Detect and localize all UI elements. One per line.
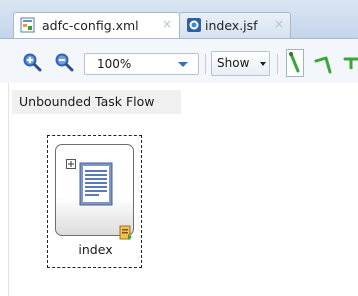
- diagram-toolbar: 100% Show: [0, 38, 358, 84]
- control-flow-case-icon[interactable]: [286, 49, 304, 77]
- wildcard-control-flow-icon[interactable]: [313, 53, 335, 78]
- task-flow-type-label: Unbounded Task Flow: [12, 90, 181, 114]
- close-icon[interactable]: ×: [274, 17, 284, 31]
- tab-adfc-config-xml[interactable]: adfc-config.xml ×: [13, 12, 180, 38]
- view-activity-page-icon: [79, 162, 113, 206]
- zoom-in-icon[interactable]: [22, 52, 42, 75]
- zoom-level-select[interactable]: 100%: [84, 53, 199, 75]
- editor-tab-bar: adfc-config.xml × index.jsf ×: [0, 0, 358, 38]
- view-activity-index[interactable]: index: [47, 135, 142, 268]
- activity-label: index: [78, 242, 113, 257]
- show-dropdown-button[interactable]: Show: [211, 51, 270, 76]
- more-tools-icon[interactable]: [343, 55, 358, 72]
- toolbar-divider: [277, 54, 278, 74]
- toolbar-divider: [205, 54, 206, 74]
- chevron-down-icon: [260, 62, 266, 66]
- expand-icon[interactable]: [66, 158, 76, 169]
- chevron-down-icon: [178, 62, 188, 67]
- close-icon[interactable]: ×: [162, 17, 172, 31]
- show-label: Show: [217, 56, 250, 70]
- tab-label: adfc-config.xml: [42, 18, 139, 33]
- activity-frame[interactable]: [55, 144, 134, 240]
- jsf-page-icon: [186, 17, 202, 33]
- tab-index-jsf[interactable]: index.jsf ×: [179, 12, 291, 38]
- zoom-out-icon[interactable]: [54, 52, 74, 75]
- default-activity-icon: [119, 225, 133, 241]
- tab-label: index.jsf: [205, 18, 258, 33]
- canvas-left-rule: [8, 83, 9, 296]
- xml-config-file-icon: [20, 17, 36, 33]
- zoom-level-value: 100%: [97, 57, 132, 71]
